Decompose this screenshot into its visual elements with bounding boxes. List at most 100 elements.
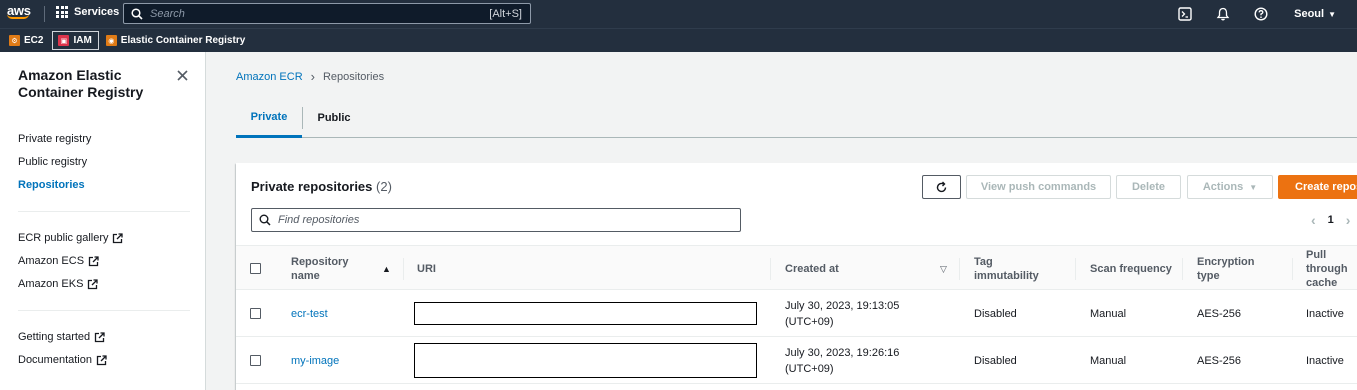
caret-down-icon: ▼ xyxy=(1328,9,1336,19)
column-divider xyxy=(1182,258,1183,280)
current-page[interactable]: 1 xyxy=(1328,214,1334,226)
favorite-ec2[interactable]: ⚙ EC2 xyxy=(8,31,46,50)
tag-immutability-cell: Disabled xyxy=(974,307,1017,320)
favorite-label: IAM xyxy=(73,35,92,46)
panel-title-text: Private repositories xyxy=(251,179,373,194)
redacted-uri xyxy=(414,343,757,378)
favorite-ecr[interactable]: ◉ Elastic Container Registry xyxy=(105,31,248,50)
table-row: ecr-test July 30, 2023, 19:13:05 (UTC+09… xyxy=(236,290,1357,337)
sidebar-item-label: Documentation xyxy=(18,354,92,366)
row-checkbox-cell xyxy=(250,290,261,337)
table-row: my-image July 30, 2023, 19:26:16 (UTC+09… xyxy=(236,337,1357,384)
created-at-cell: July 30, 2023, 19:26:16 (UTC+09) xyxy=(785,337,899,384)
create-repository-button[interactable]: Create repository xyxy=(1278,175,1357,199)
iam-service-icon: ▣ xyxy=(58,35,70,46)
external-link-icon xyxy=(96,354,107,365)
column-header-name[interactable]: Repository name xyxy=(291,246,361,291)
find-repositories-input[interactable]: Find repositories xyxy=(251,208,741,232)
scan-frequency-cell: Manual xyxy=(1090,307,1127,320)
find-placeholder: Find repositories xyxy=(278,214,360,226)
column-divider xyxy=(403,258,404,280)
column-header-tag-immutability[interactable]: Tag immutability xyxy=(974,246,1054,291)
panel-title: Private repositories (2) xyxy=(251,179,392,194)
sidebar-item-label: Getting started xyxy=(18,331,91,343)
top-right-icons: Seoul ▼ xyxy=(1178,0,1357,28)
refresh-button[interactable] xyxy=(922,175,961,199)
sidebar-divider xyxy=(18,310,190,311)
row-checkbox-cell xyxy=(250,337,261,384)
row-checkbox[interactable] xyxy=(250,355,261,366)
sidebar-item-amazon-ecs[interactable]: Amazon ECS xyxy=(18,255,99,267)
sidebar-item-documentation[interactable]: Documentation xyxy=(18,354,107,366)
nav-divider xyxy=(44,6,45,22)
chevron-left-icon[interactable]: ‹ xyxy=(1311,212,1316,228)
sidebar-item-amazon-eks[interactable]: Amazon EKS xyxy=(18,278,99,290)
view-push-commands-button[interactable]: View push commands xyxy=(966,175,1111,199)
ec2-service-icon: ⚙ xyxy=(9,35,20,46)
sidebar-item-public-registry[interactable]: Public registry xyxy=(18,156,87,168)
row-checkbox[interactable] xyxy=(250,308,261,319)
sidebar-item-label: ECR public gallery xyxy=(18,232,109,244)
sidebar-item-private-registry[interactable]: Private registry xyxy=(18,133,91,145)
tab-public[interactable]: Public xyxy=(303,99,365,137)
services-label: Services xyxy=(74,6,120,18)
sidebar-item-repositories[interactable]: Repositories xyxy=(18,179,85,191)
external-link-icon xyxy=(113,232,124,243)
region-selector[interactable]: Seoul ▼ xyxy=(1294,8,1336,20)
select-all-checkbox-cell xyxy=(250,246,261,291)
repository-name-link[interactable]: my-image xyxy=(291,337,339,384)
column-header-scan-frequency[interactable]: Scan frequency xyxy=(1090,246,1172,291)
created-timezone: (UTC+09) xyxy=(785,362,834,375)
delete-button[interactable]: Delete xyxy=(1116,175,1181,199)
ecr-service-icon: ◉ xyxy=(105,35,117,46)
breadcrumb-amazon-ecr[interactable]: Amazon ECR xyxy=(236,71,303,83)
column-header-uri[interactable]: URI xyxy=(417,246,436,291)
column-header-pull-through-cache[interactable]: Pull through cache xyxy=(1306,246,1357,291)
sidebar-title: Amazon Elastic Container Registry xyxy=(18,67,144,100)
notifications-bell-icon[interactable] xyxy=(1216,7,1230,21)
actions-dropdown-button[interactable]: Actions ▼ xyxy=(1187,175,1273,199)
sidebar-item-ecr-public-gallery[interactable]: ECR public gallery xyxy=(18,232,124,244)
sidebar: Amazon Elastic Container Registry Privat… xyxy=(0,52,206,390)
aws-logo[interactable]: aws xyxy=(7,4,33,24)
sidebar-item-label: Amazon ECS xyxy=(18,255,85,267)
created-timezone: (UTC+09) xyxy=(785,315,834,328)
sidebar-divider xyxy=(18,211,190,212)
aws-logo-text: aws xyxy=(7,3,31,18)
scan-frequency-cell: Manual xyxy=(1090,354,1127,367)
pagination: ‹ 1 › xyxy=(1311,212,1350,228)
column-divider xyxy=(959,258,960,280)
caret-down-icon: ▼ xyxy=(1249,182,1258,192)
sidebar-item-getting-started[interactable]: Getting started xyxy=(18,331,105,343)
help-icon[interactable] xyxy=(1254,7,1268,21)
tab-private[interactable]: Private xyxy=(236,99,302,138)
global-search-input[interactable]: Search [Alt+S] xyxy=(123,3,531,24)
grid-icon xyxy=(56,6,68,18)
sort-caret-icon[interactable]: ▽ xyxy=(940,246,947,291)
sidebar-item-label: Public registry xyxy=(18,156,88,168)
sort-ascending-icon[interactable]: ▲ xyxy=(382,246,391,291)
sidebar-item-label: Private registry xyxy=(18,133,92,145)
search-shortcut-hint: [Alt+S] xyxy=(489,7,522,20)
services-menu-button[interactable]: Services xyxy=(56,6,119,18)
search-placeholder: Search xyxy=(150,7,185,20)
encryption-type-cell: AES-256 xyxy=(1197,354,1242,367)
column-divider xyxy=(770,258,771,280)
created-at-cell: July 30, 2023, 19:13:05 (UTC+09) xyxy=(785,290,899,337)
select-all-checkbox[interactable] xyxy=(250,263,261,274)
chevron-right-icon[interactable]: › xyxy=(1346,212,1351,228)
actions-label: Actions xyxy=(1202,181,1244,193)
column-header-encryption-type[interactable]: Encryption type xyxy=(1197,246,1267,291)
external-link-icon xyxy=(88,255,99,266)
close-icon[interactable] xyxy=(176,69,189,82)
external-link-icon xyxy=(88,278,99,289)
pull-through-cache-cell: Inactive xyxy=(1306,354,1344,367)
favorite-iam[interactable]: ▣ IAM xyxy=(52,31,99,50)
sidebar-item-label: Amazon EKS xyxy=(18,278,84,290)
column-divider xyxy=(1075,258,1076,280)
column-header-created-at[interactable]: Created at xyxy=(785,246,839,291)
cloudshell-icon[interactable] xyxy=(1178,7,1192,21)
repository-name-link[interactable]: ecr-test xyxy=(291,290,328,337)
table-header: Repository name ▲ URI Created at ▽ Tag i… xyxy=(236,245,1357,290)
external-link-icon xyxy=(95,331,105,342)
